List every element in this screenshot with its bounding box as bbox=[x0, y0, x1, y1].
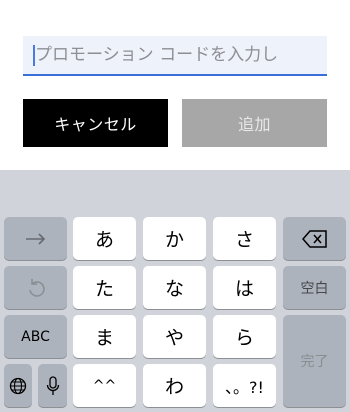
next-arrow-icon bbox=[25, 232, 47, 246]
microphone-key[interactable] bbox=[38, 364, 67, 407]
key-a[interactable]: あ bbox=[73, 217, 136, 260]
backspace-key[interactable] bbox=[283, 217, 346, 260]
globe-key[interactable] bbox=[4, 364, 32, 407]
undo-key[interactable] bbox=[4, 266, 67, 309]
promo-code-input[interactable] bbox=[35, 36, 325, 74]
key-ta[interactable]: た bbox=[73, 266, 136, 309]
add-button[interactable]: 追加 bbox=[182, 99, 327, 147]
key-ra[interactable]: ら bbox=[213, 315, 276, 358]
japanese-keyboard: あ か さ た な は 空白 ABC ま や ら 完了 ^^ わ 、。?! bbox=[0, 170, 350, 412]
key-punctuation[interactable]: 、。?! bbox=[213, 364, 276, 407]
key-ma[interactable]: ま bbox=[73, 315, 136, 358]
key-sa[interactable]: さ bbox=[213, 217, 276, 260]
backspace-icon bbox=[301, 229, 328, 248]
key-na[interactable]: な bbox=[143, 266, 206, 309]
key-ka[interactable]: か bbox=[143, 217, 206, 260]
abc-key[interactable]: ABC bbox=[4, 315, 67, 358]
key-kaomoji[interactable]: ^^ bbox=[73, 364, 136, 407]
key-wa[interactable]: わ bbox=[143, 364, 206, 407]
space-key[interactable]: 空白 bbox=[283, 266, 346, 309]
globe-icon bbox=[9, 377, 27, 395]
cancel-button[interactable]: キャンセル bbox=[23, 99, 168, 147]
undo-icon bbox=[26, 278, 46, 298]
done-key[interactable]: 完了 bbox=[283, 315, 346, 407]
next-arrow-key[interactable] bbox=[4, 217, 67, 260]
promo-sheet: キャンセル 追加 bbox=[0, 0, 350, 170]
promo-code-field[interactable] bbox=[23, 36, 327, 76]
key-ha[interactable]: は bbox=[213, 266, 276, 309]
microphone-icon bbox=[46, 375, 60, 396]
key-ya[interactable]: や bbox=[143, 315, 206, 358]
